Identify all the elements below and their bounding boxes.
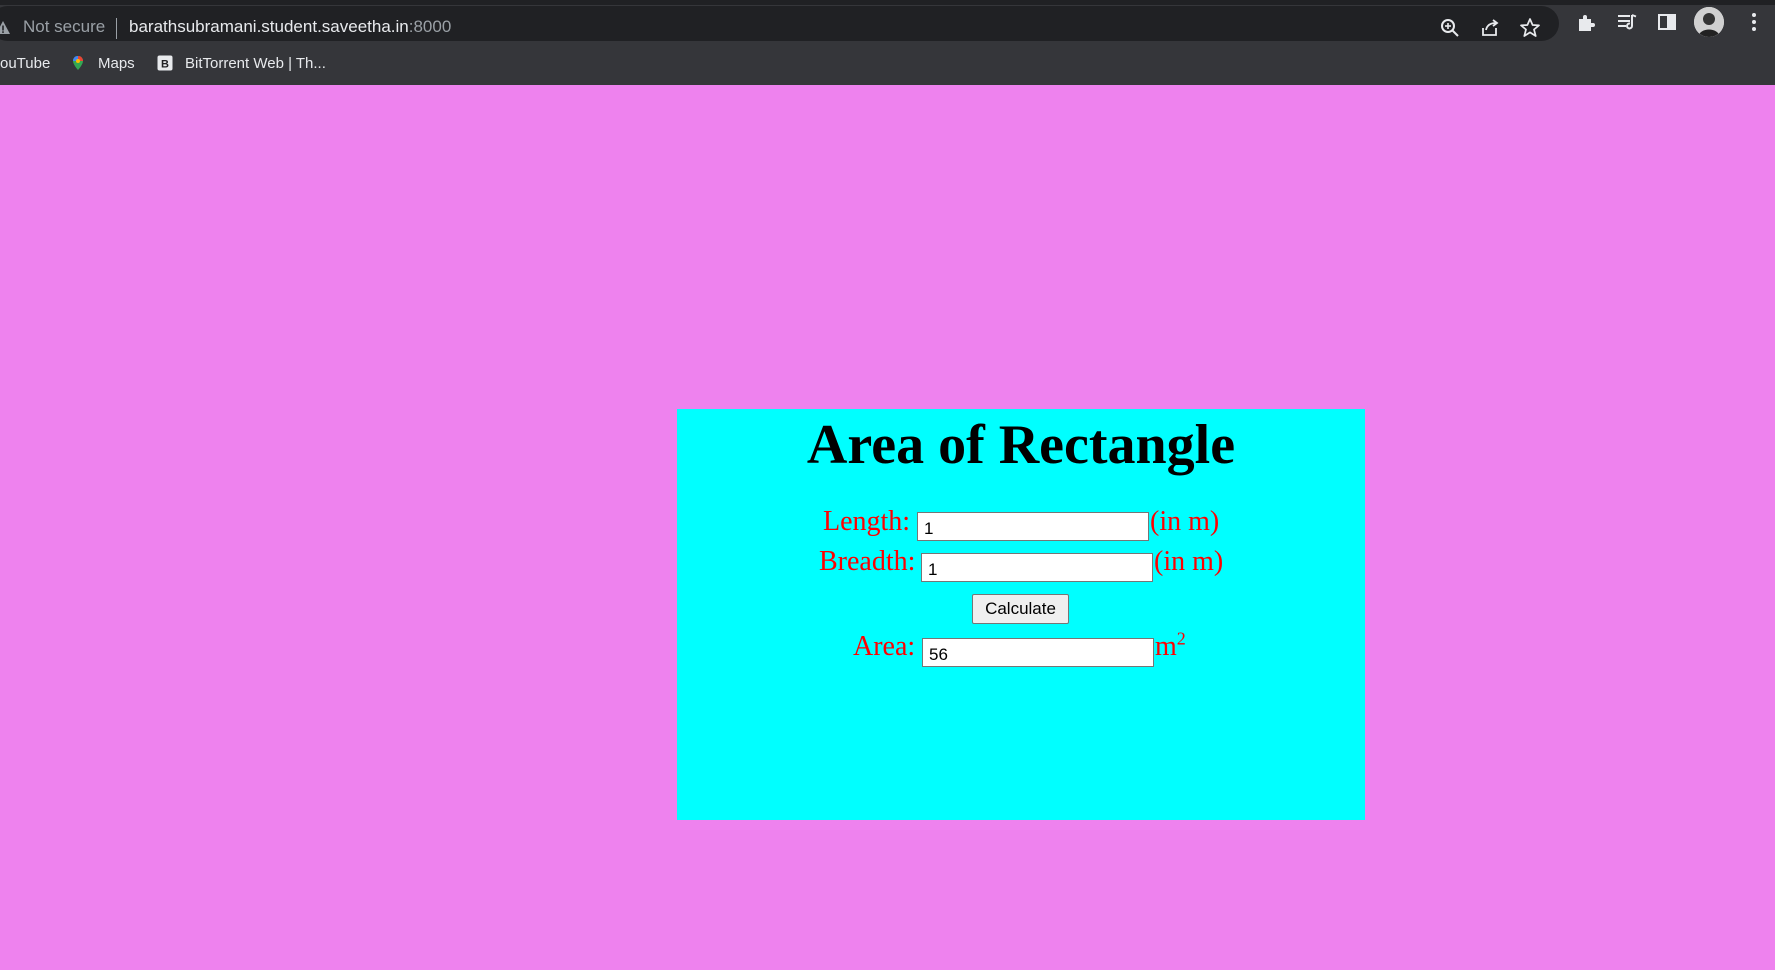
profile-avatar[interactable] (1694, 7, 1724, 37)
bittorrent-icon: B (157, 55, 173, 71)
zoom-icon[interactable] (1438, 16, 1462, 40)
menu-kebab-icon[interactable] (1740, 8, 1768, 36)
breadth-input[interactable] (921, 553, 1153, 582)
page-title: Area of Rectangle (806, 414, 1236, 476)
maps-pin-icon (73, 56, 83, 70)
length-unit: (in m) (1150, 506, 1220, 537)
media-icon[interactable] (1615, 10, 1639, 34)
url-host: barathsubramani.student.saveetha.in (129, 17, 409, 36)
bookmark-label: Maps (98, 54, 135, 72)
side-panel-icon[interactable] (1655, 10, 1679, 34)
tab-strip (0, 0, 1775, 5)
bookmark-maps[interactable]: Maps (70, 53, 135, 73)
breadth-unit: (in m) (1154, 546, 1224, 577)
length-label: Length: (823, 506, 911, 537)
extensions-icon[interactable] (1575, 10, 1599, 34)
address-bar[interactable]: Not secure barathsubramani.student.savee… (0, 6, 1559, 41)
url-separator (116, 18, 117, 39)
warning-icon[interactable] (0, 20, 11, 36)
security-label[interactable]: Not secure (23, 17, 105, 37)
star-icon[interactable] (1518, 16, 1542, 40)
area-unit-base: m (1155, 631, 1177, 662)
length-input[interactable] (917, 512, 1149, 541)
area-unit-exponent: 2 (1176, 628, 1186, 649)
calculator-card: Area of Rectangle Length: (in m) Breadth… (677, 409, 1365, 820)
area-label: Area: (853, 631, 916, 662)
bookmark-label: BitTorrent Web | Th... (185, 54, 326, 72)
svg-text:B: B (161, 59, 169, 71)
person-icon (1694, 7, 1724, 37)
area-output[interactable] (922, 638, 1154, 667)
area-unit: m2 (1155, 628, 1186, 663)
url-port: :8000 (408, 17, 452, 36)
url-text[interactable]: barathsubramani.student.saveetha.in:8000 (129, 17, 451, 37)
bookmark-label: ouTube (0, 54, 51, 72)
share-icon[interactable] (1478, 16, 1502, 40)
bookmark-youtube[interactable]: ouTube (0, 53, 50, 73)
calculate-button[interactable]: Calculate (972, 594, 1069, 624)
browser-chrome: Not secure barathsubramani.student.savee… (0, 0, 1775, 85)
breadth-label: Breadth: (819, 546, 916, 577)
bookmark-bittorrent[interactable]: B BitTorrent Web | Th... (157, 53, 326, 73)
